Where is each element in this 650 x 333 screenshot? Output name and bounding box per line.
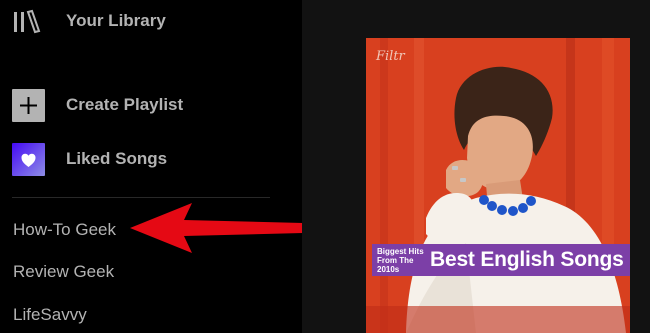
liked-songs-tile: [12, 143, 45, 176]
red-arrow-icon: [130, 203, 303, 253]
create-playlist-label: Create Playlist: [66, 95, 184, 114]
main-content: Filtr Biggest Hits From The 2010s Best E…: [346, 0, 650, 333]
cover-banner-subtitle: Biggest Hits From The 2010s: [377, 247, 424, 274]
playlist-item-review-geek[interactable]: Review Geek: [13, 262, 273, 284]
liked-songs-button[interactable]: Liked Songs: [0, 141, 300, 181]
your-library-label: Your Library: [66, 11, 166, 30]
cover-photo: [366, 38, 630, 333]
create-playlist-tile: [12, 89, 45, 122]
cover-brand-label: Filtr: [376, 49, 405, 64]
create-playlist-button[interactable]: Create Playlist: [0, 87, 300, 127]
sidebar: Your Library Create Playlist Liked Songs…: [0, 0, 303, 333]
your-library-link[interactable]: Your Library: [0, 0, 300, 44]
sidebar-resize-gutter[interactable]: [302, 0, 346, 333]
liked-songs-label: Liked Songs: [66, 149, 168, 168]
playlist-item-lifesavvy[interactable]: LifeSavvy: [13, 305, 273, 327]
cover-banner-title: Best English Songs: [430, 248, 624, 271]
plus-icon: [20, 97, 37, 114]
cover-banner: Biggest Hits From The 2010s Best English…: [372, 244, 630, 276]
playlist-cover[interactable]: Filtr Biggest Hits From The 2010s Best E…: [366, 38, 630, 333]
heart-icon: [21, 153, 36, 167]
sidebar-divider: [12, 197, 270, 198]
library-icon: [14, 9, 41, 34]
